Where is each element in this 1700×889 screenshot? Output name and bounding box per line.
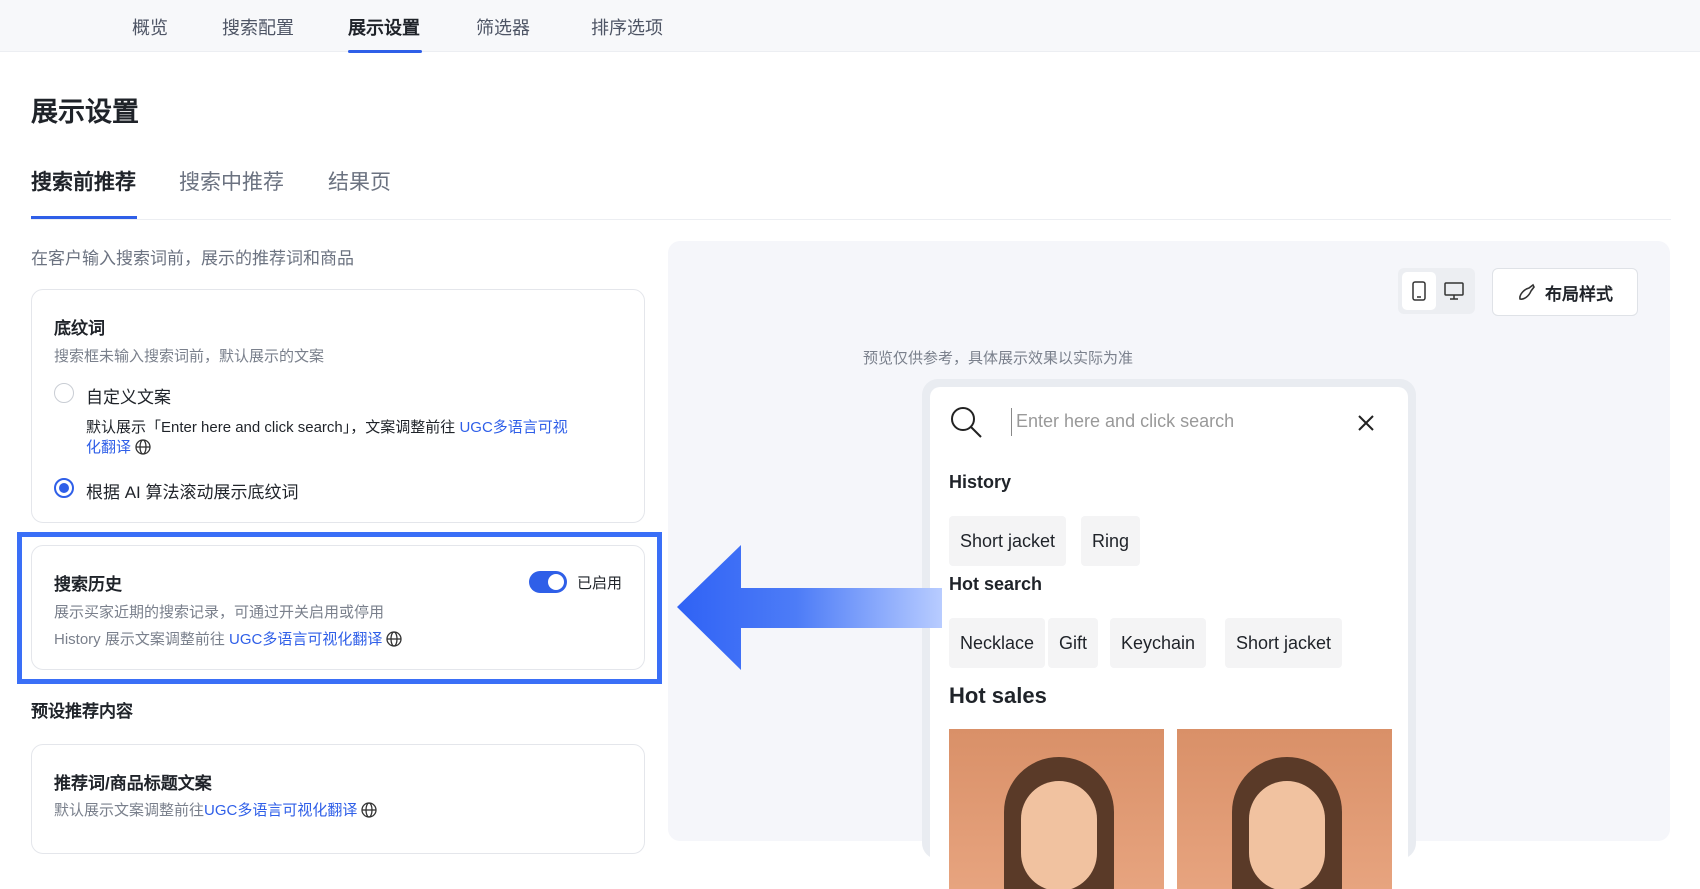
divider: [31, 219, 1671, 220]
toggle-label: 已启用: [577, 575, 623, 592]
preview-note: 预览仅供参考，具体展示效果以实际为准: [862, 350, 1133, 367]
card-desc: 搜索框未输入搜索词前，默认展示的文案: [54, 348, 325, 365]
radio-ai[interactable]: [54, 478, 74, 498]
tab-display-settings[interactable]: 展示设置: [348, 14, 420, 40]
card-title: 搜索历史: [54, 575, 122, 594]
custom-hint: 默认展示「Enter here and click search」，文案调整前往…: [86, 419, 568, 456]
history-chip[interactable]: Short jacket: [949, 516, 1067, 566]
globe-icon[interactable]: [386, 631, 403, 647]
subtab-in-search[interactable]: 搜索中推荐: [179, 166, 284, 196]
mobile-icon: [1412, 281, 1426, 301]
preset-card: 推荐词/商品标题文案 默认展示文案调整前往UGC多语言可视化翻译: [31, 744, 645, 854]
hot-search-chip[interactable]: Necklace: [949, 618, 1046, 668]
close-icon[interactable]: [1358, 415, 1374, 431]
preview-panel: 布局样式 预览仅供参考，具体展示效果以实际为准 Enter here and c…: [668, 241, 1670, 889]
preset-heading: 预设推荐内容: [31, 702, 133, 721]
history-title: History: [949, 472, 1012, 492]
ugc-translate-link-cont[interactable]: 化翻译: [86, 439, 131, 456]
mobile-view-button[interactable]: [1402, 272, 1436, 310]
desktop-view-button[interactable]: [1437, 272, 1471, 310]
hot-search-chip[interactable]: Short jacket: [1225, 618, 1343, 668]
phone-frame: Enter here and click search History Shor…: [922, 379, 1416, 889]
top-nav: 概览 搜索配置 展示设置 筛选器 排序选项: [0, 0, 1700, 53]
product-image[interactable]: [1177, 729, 1392, 889]
tab-filters[interactable]: 筛选器: [476, 14, 530, 40]
phone-screen: Enter here and click search History Shor…: [930, 387, 1408, 889]
placeholder-word-card: 底纹词 搜索框未输入搜索词前，默认展示的文案 自定义文案 默认展示「Enter …: [31, 289, 645, 523]
history-chip[interactable]: Ring: [1081, 516, 1141, 566]
product-image[interactable]: [949, 729, 1164, 889]
search-icon: [951, 407, 982, 438]
history-toggle[interactable]: [529, 571, 567, 593]
ugc-translate-link[interactable]: UGC多语言可视: [459, 419, 567, 436]
radio-custom-label[interactable]: 自定义文案: [86, 383, 171, 408]
tab-search-config[interactable]: 搜索配置: [222, 14, 294, 40]
search-input[interactable]: Enter here and click search: [1016, 411, 1234, 432]
subtab-results[interactable]: 结果页: [328, 166, 391, 196]
brush-icon: [1519, 283, 1535, 300]
hot-search-title: Hot search: [949, 574, 1043, 594]
radio-custom[interactable]: [54, 383, 74, 403]
page-title: 展示设置: [31, 97, 139, 127]
history-hint: History 展示文案调整前往 UGC多语言可视化翻译: [54, 628, 403, 649]
text-cursor: [1011, 408, 1012, 436]
desktop-icon: [1444, 282, 1464, 300]
layout-style-button[interactable]: 布局样式: [1492, 268, 1638, 316]
ugc-translate-link[interactable]: UGC多语言可视化翻译: [229, 631, 382, 648]
globe-icon[interactable]: [135, 439, 151, 455]
radio-ai-label[interactable]: 根据 AI 算法滚动展示底纹词: [86, 478, 299, 503]
preset-hint: 默认展示文案调整前往UGC多语言可视化翻译: [54, 799, 378, 820]
hot-search-chip[interactable]: Keychain: [1110, 618, 1207, 668]
device-toggle: [1398, 268, 1475, 314]
section-description: 在客户输入搜索词前，展示的推荐词和商品: [31, 249, 354, 268]
card-title: 推荐词/商品标题文案: [54, 774, 212, 793]
tab-sort-options[interactable]: 排序选项: [591, 14, 663, 40]
ugc-translate-link[interactable]: UGC多语言可视化翻译: [204, 802, 357, 819]
tab-overview[interactable]: 概览: [132, 14, 168, 40]
hot-sales-title: Hot sales: [949, 683, 1047, 708]
subtab-pre-search[interactable]: 搜索前推荐: [31, 166, 136, 196]
card-desc: 展示买家近期的搜索记录，可通过开关启用或停用: [54, 604, 385, 621]
active-tab-indicator: [348, 50, 422, 53]
hot-search-chip[interactable]: Gift: [1048, 618, 1099, 668]
arrow-annotation-icon: [677, 545, 942, 670]
card-title: 底纹词: [54, 319, 105, 338]
globe-icon[interactable]: [361, 802, 378, 818]
search-history-card: 搜索历史 已启用 展示买家近期的搜索记录，可通过开关启用或停用 History …: [31, 545, 645, 670]
